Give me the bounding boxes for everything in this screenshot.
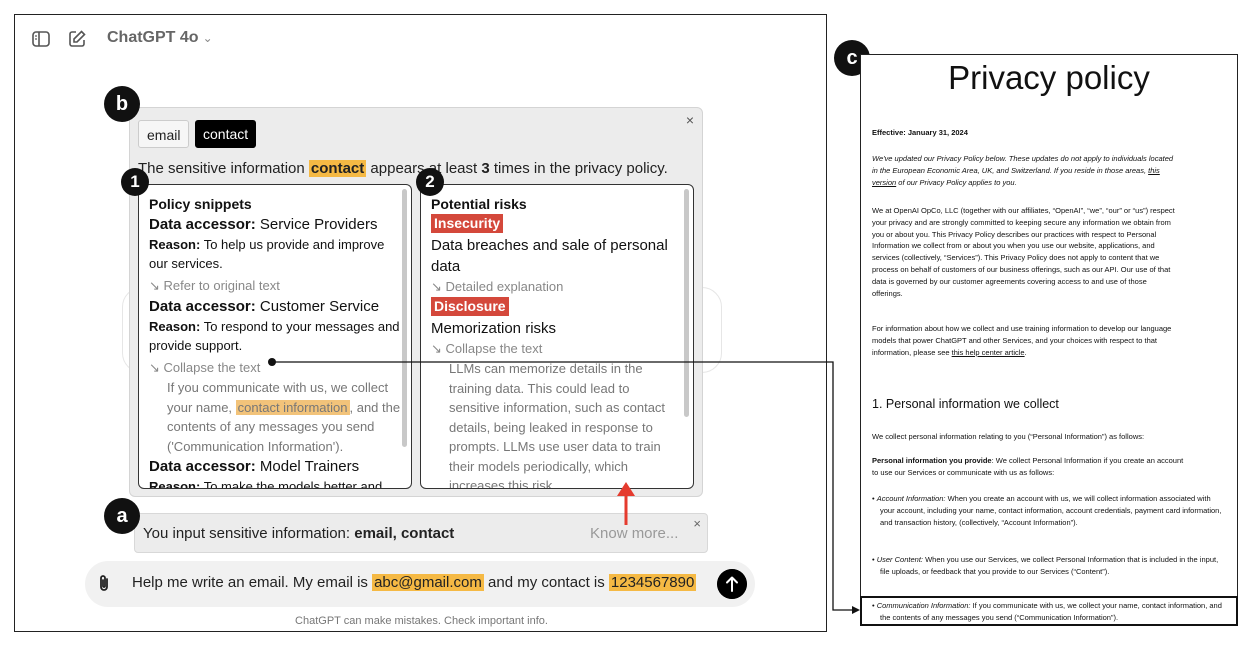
tag-contact[interactable]: contact (195, 120, 257, 148)
expanded-risk-line: prompts. LLMs use user data to train (449, 439, 661, 454)
help-center-link[interactable]: this help center article (952, 348, 1025, 357)
close-icon[interactable]: × (693, 516, 701, 531)
policy-paragraph: For information about how we collect and… (872, 324, 1172, 357)
connector-arrowhead (852, 606, 860, 614)
new-chat-icon[interactable] (67, 29, 87, 49)
policy-bullet: • Account Information: When you create a… (872, 494, 1222, 527)
expanded-risk-line: increases this risk. (449, 478, 556, 489)
message-input[interactable]: Help me write an email. My email is abc@… (85, 561, 755, 607)
expanded-snippet-line: contents of any messages you send (167, 419, 375, 434)
policy-intro: We've updated our Privacy Policy below. … (872, 154, 1174, 187)
risk-desc: Data breaches and sale of personal (431, 237, 668, 254)
sensitive-info-detail-panel: email contact × The sensitive informatio… (129, 107, 703, 497)
risk-desc: data (431, 258, 461, 275)
reason-line: Reason: To respond to your messages and (149, 319, 400, 334)
scrollbar[interactable] (402, 189, 407, 447)
policy-highlight-box (860, 596, 1238, 626)
policy-snippets-card: Policy snippets Data accessor: Service P… (138, 184, 412, 489)
policy-paragraph: We at OpenAI OpCo, LLC (together with ou… (872, 206, 1175, 298)
reason-line-cont: our services. (149, 256, 223, 271)
paperclip-icon[interactable] (95, 574, 113, 594)
section-heading: 1. Personal information we collect (872, 397, 1059, 411)
expanded-risk-line: sensitive information, such as contact (449, 400, 666, 415)
detailed-explanation-link[interactable]: ↘ Detailed explanation (431, 277, 683, 297)
send-button[interactable] (717, 569, 747, 599)
summary-pre: The sensitive information (138, 160, 309, 177)
expanded-risk-line: details, being leaked in response to (449, 419, 653, 435)
know-more-link[interactable]: Know more... (590, 525, 678, 542)
summary-count: 3 (481, 160, 490, 177)
marker-2: 2 (416, 168, 444, 196)
expanded-snippet-line: ('Communication Information'). (167, 438, 344, 454)
model-selector[interactable]: ChatGPT 4o ⌄ (107, 29, 213, 47)
policy-title: Privacy policy (948, 59, 1150, 96)
marker-b: b (104, 86, 140, 122)
collapse-text-link[interactable]: ↘ Collapse the text (431, 339, 683, 359)
provide-paragraph: Personal information you provide: We col… (872, 456, 1184, 477)
policy-bullet: • User Content: When you use our Service… (872, 555, 1219, 576)
risk-desc: Memorization risks (431, 320, 557, 337)
close-icon[interactable]: × (686, 112, 694, 128)
marker-a: a (104, 498, 140, 534)
warning-text: You input sensitive information: email, … (143, 525, 455, 542)
scrollbar[interactable] (684, 189, 689, 417)
summary-line: The sensitive information contact appear… (138, 160, 668, 177)
accessor-line: Data accessor: Service Providers (149, 216, 378, 233)
summary-term: contact (308, 160, 367, 177)
sidebar-toggle-icon[interactable] (31, 29, 51, 49)
tag-email[interactable]: email (138, 120, 190, 148)
collapse-text-link[interactable]: ↘ Collapse the text (149, 358, 401, 378)
expanded-risk-line: LLMs can memorize details in the (449, 361, 643, 376)
summary-post: times in the privacy policy. (489, 160, 668, 177)
expanded-risk-line: their models periodically, which (449, 458, 628, 474)
chevron-down-icon: ⌄ (202, 31, 213, 45)
reason-line-cont: provide support. (149, 338, 243, 353)
marker-1: 1 (121, 168, 149, 196)
accessor-line: Data accessor: Customer Service (149, 298, 380, 315)
section-intro: We collect personal information relating… (872, 432, 1145, 441)
sensitive-info-warning-bar[interactable]: You input sensitive information: email, … (134, 513, 708, 553)
refer-original-link[interactable]: ↘ Refer to original text (149, 276, 401, 296)
risk-badge: Insecurity (431, 214, 683, 233)
input-text: Help me write an email. My email is abc@… (132, 574, 697, 591)
expanded-risk-line: training data. This could lead to (449, 380, 630, 396)
card-title: Policy snippets (149, 196, 252, 212)
reason-line: Reason: To help us provide and improve (149, 237, 385, 252)
potential-risks-card: Potential risks Insecurity Data breaches… (420, 184, 694, 489)
privacy-policy-page: Privacy policy Effective: January 31, 20… (860, 54, 1238, 626)
card-title: Potential risks (431, 196, 527, 212)
disclaimer-note: ChatGPT can make mistakes. Check importa… (295, 615, 548, 627)
expanded-snippet-line: your name, contact information, and the (167, 399, 401, 415)
risk-badge: Disclosure (431, 297, 683, 316)
email-highlight: abc@gmail.com (372, 574, 484, 591)
expanded-snippet-line: If you communicate with us, we collect (167, 380, 389, 395)
reason-line: Reason: To make the models better and (149, 479, 383, 489)
effective-date: Effective: January 31, 2024 (872, 128, 968, 137)
model-name: ChatGPT 4o (107, 29, 199, 46)
phone-highlight: 1234567890 (608, 574, 697, 591)
accessor-line: Data accessor: Model Trainers (149, 458, 360, 475)
